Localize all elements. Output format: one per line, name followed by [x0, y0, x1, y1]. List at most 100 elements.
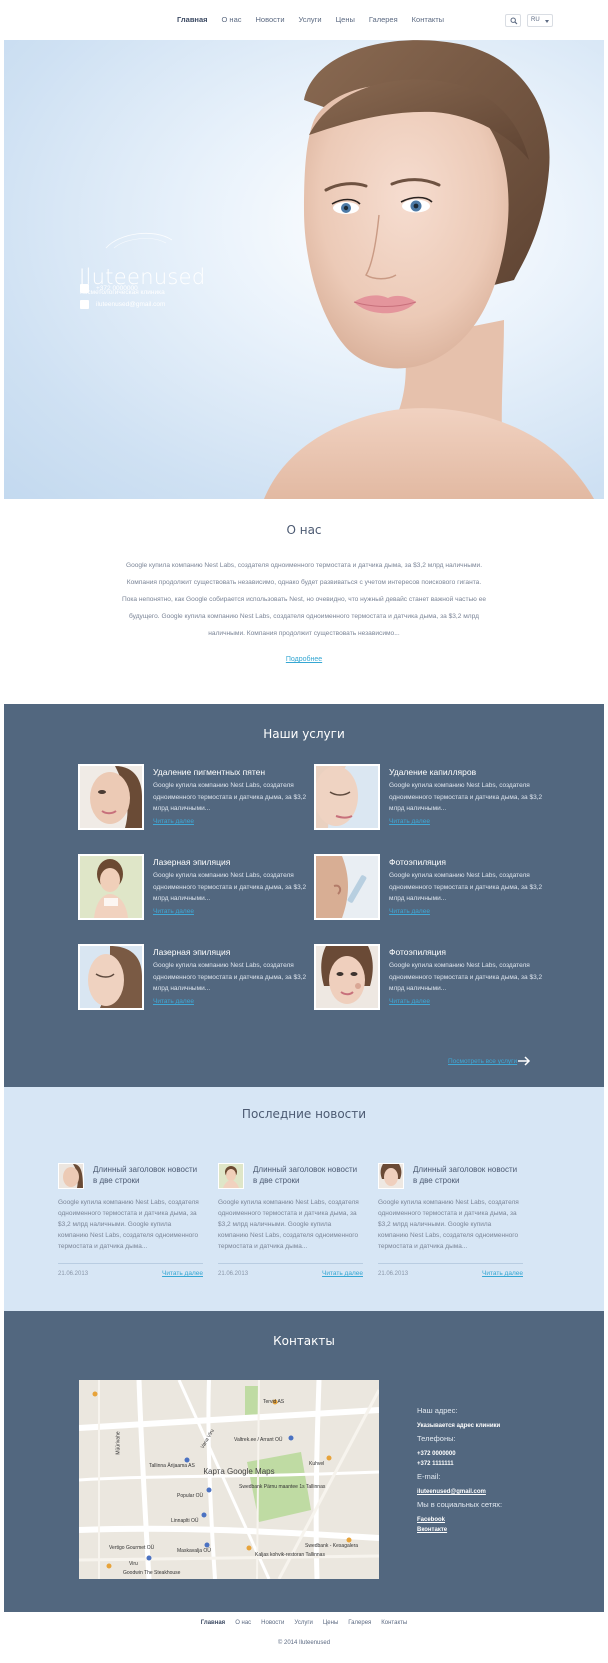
service-name: Лазерная эпиляция [153, 857, 231, 867]
news-date: 21.06.2013 [218, 1271, 249, 1277]
face-image [80, 856, 142, 918]
map-label: Linnaplti OÜ [171, 1518, 199, 1524]
service-card[interactable]: Фотоэпиляция Google купила компанию Nest… [314, 944, 554, 1014]
service-more-link[interactable]: Читать далее [153, 998, 194, 1005]
face-image [316, 856, 378, 918]
main-nav: Главная О нас Новости Услуги Цены Галере… [177, 15, 444, 24]
service-name: Удаление пигментных пятен [153, 767, 266, 777]
news-thumbnail [58, 1163, 84, 1189]
google-map[interactable]: Tervid AS Valtrek.ee / Arrant OÜ Kuhvel … [79, 1380, 379, 1579]
brand-arc-icon [105, 233, 173, 249]
service-more-link[interactable]: Читать далее [153, 908, 194, 915]
news-date: 21.06.2013 [378, 1271, 409, 1277]
map-label: Vertigo Gourmet OÜ [109, 1545, 155, 1551]
footer-nav-item-prices[interactable]: Цены [323, 1620, 338, 1626]
news-text: Google купила компанию Nest Labs, создат… [378, 1199, 519, 1250]
service-more-link[interactable]: Читать далее [389, 818, 430, 825]
footer-nav-item-contacts[interactable]: Контакты [381, 1620, 407, 1626]
language-value: RU [531, 17, 540, 23]
hero-email-text[interactable]: iluteenused@gmail.com [96, 301, 165, 308]
search-button[interactable] [505, 14, 521, 27]
hero-email[interactable]: iluteenused@gmail.com [80, 300, 165, 309]
news-date: 21.06.2013 [58, 1271, 89, 1277]
vk-link: Вконтакте [417, 1518, 447, 1536]
hero-phone-text: +372 0000000 [96, 285, 138, 292]
divider [58, 1263, 203, 1264]
news-text: Google купила компанию Nest Labs, создат… [58, 1199, 199, 1250]
hero-phone: +372 0000000 [80, 284, 138, 293]
footer-nav-item-gallery[interactable]: Галерея [348, 1620, 371, 1626]
all-services-link[interactable]: Посмотреть все услуги [448, 1058, 517, 1065]
service-name: Фотоэпиляция [389, 947, 446, 957]
face-image [59, 1164, 83, 1188]
service-card[interactable]: Лазерная эпиляция Google купила компанию… [78, 944, 318, 1014]
copyright: © 2014 Iluteenused [277, 1640, 331, 1646]
face-image [80, 946, 142, 1008]
divider [218, 1263, 363, 1264]
map-label: Popular OÜ [177, 1493, 204, 1499]
service-card[interactable]: Удаление пигментных пятен Google купила … [78, 764, 318, 834]
map-label: Swedbank - Kesagalera [305, 1543, 359, 1549]
footer-nav-item-about[interactable]: О нас [235, 1620, 251, 1626]
nav-item-news[interactable]: Новости [256, 15, 285, 24]
nav-item-contacts[interactable]: Контакты [412, 15, 444, 24]
mail-icon [80, 300, 89, 309]
news-card: Длинный заголовок новости в две строки G… [378, 1163, 523, 1293]
footer-nav-item-news[interactable]: Новости [261, 1620, 284, 1626]
service-more-link[interactable]: Читать далее [389, 908, 430, 915]
services-section: Наши услуги Удаление пигментных пятен Go… [4, 704, 604, 1087]
news-headline[interactable]: Длинный заголовок новости в две строки [253, 1165, 363, 1186]
service-description: Google купила компанию Nest Labs, создат… [389, 872, 543, 902]
news-headline[interactable]: Длинный заголовок новости в две строки [93, 1165, 203, 1186]
service-thumbnail [314, 854, 380, 920]
service-description: Google купила компанию Nest Labs, создат… [153, 782, 307, 812]
footer-nav-item-services[interactable]: Услуги [294, 1620, 312, 1626]
service-card[interactable]: Фотоэпиляция Google купила компанию Nest… [314, 854, 554, 924]
service-description: Google купила компанию Nest Labs, создат… [153, 872, 307, 902]
nav-item-about[interactable]: О нас [222, 15, 242, 24]
service-more-link[interactable]: Читать далее [389, 998, 430, 1005]
nav-item-prices[interactable]: Цены [336, 15, 355, 24]
map-label: Tallinna Ärijaama AS [149, 1463, 195, 1469]
service-thumbnail [78, 944, 144, 1010]
face-image [219, 1164, 243, 1188]
map-label: Swedbank Pärnu maantee 1s Tallinnas [239, 1484, 326, 1490]
arrow-right-icon[interactable] [517, 1056, 531, 1066]
footer-nav-item-home[interactable]: Главная [201, 1620, 225, 1626]
map-label: Kaljas kohvik-restoran Tallinnas [255, 1552, 325, 1558]
service-more-link[interactable]: Читать далее [153, 818, 194, 825]
map-label: Valtrek.ee / Arrant OÜ [234, 1437, 283, 1443]
nav-item-services[interactable]: Услуги [299, 15, 322, 24]
face-image [316, 766, 378, 828]
service-thumbnail [314, 764, 380, 830]
about-more-link: Подробнее [0, 656, 608, 663]
news-more-link[interactable]: Читать далее [322, 1270, 363, 1277]
about-title: О нас [286, 523, 322, 537]
language-select[interactable]: RU [527, 14, 553, 27]
nav-item-gallery[interactable]: Галерея [369, 15, 398, 24]
about-more-link-text[interactable]: Подробнее [286, 656, 322, 663]
about-text: Google купила компанию Nest Labs, создат… [121, 562, 487, 637]
news-section: Последние новости Длинный заголовок ново… [4, 1087, 604, 1311]
service-name: Лазерная эпиляция [153, 947, 231, 957]
divider [378, 1263, 523, 1264]
news-thumbnail [378, 1163, 404, 1189]
news-text: Google купила компанию Nest Labs, создат… [218, 1199, 359, 1250]
news-title: Последние новости [241, 1107, 367, 1121]
vk-link-text[interactable]: Вконтакте [417, 1527, 447, 1533]
chevron-down-icon [545, 20, 549, 23]
contacts-section: Контакты Tervid AS Valtrek.ee / Arrant O… [4, 1311, 604, 1612]
news-thumbnail [218, 1163, 244, 1189]
news-more-link[interactable]: Читать далее [482, 1270, 523, 1277]
news-headline[interactable]: Длинный заголовок новости в две строки [413, 1165, 523, 1186]
contacts-title: Контакты [273, 1334, 335, 1348]
service-thumbnail [78, 854, 144, 920]
phone-icon [80, 284, 89, 293]
hero-banner: Iluteenused Косметологическая клиника +3… [4, 40, 604, 499]
news-more-link[interactable]: Читать далее [162, 1270, 203, 1277]
service-card[interactable]: Удаление капилляров Google купила компан… [314, 764, 554, 834]
service-card[interactable]: Лазерная эпиляция Google купила компанию… [78, 854, 318, 924]
face-image [316, 946, 378, 1008]
services-title: Наши услуги [263, 727, 345, 741]
nav-item-home[interactable]: Главная [177, 15, 208, 24]
